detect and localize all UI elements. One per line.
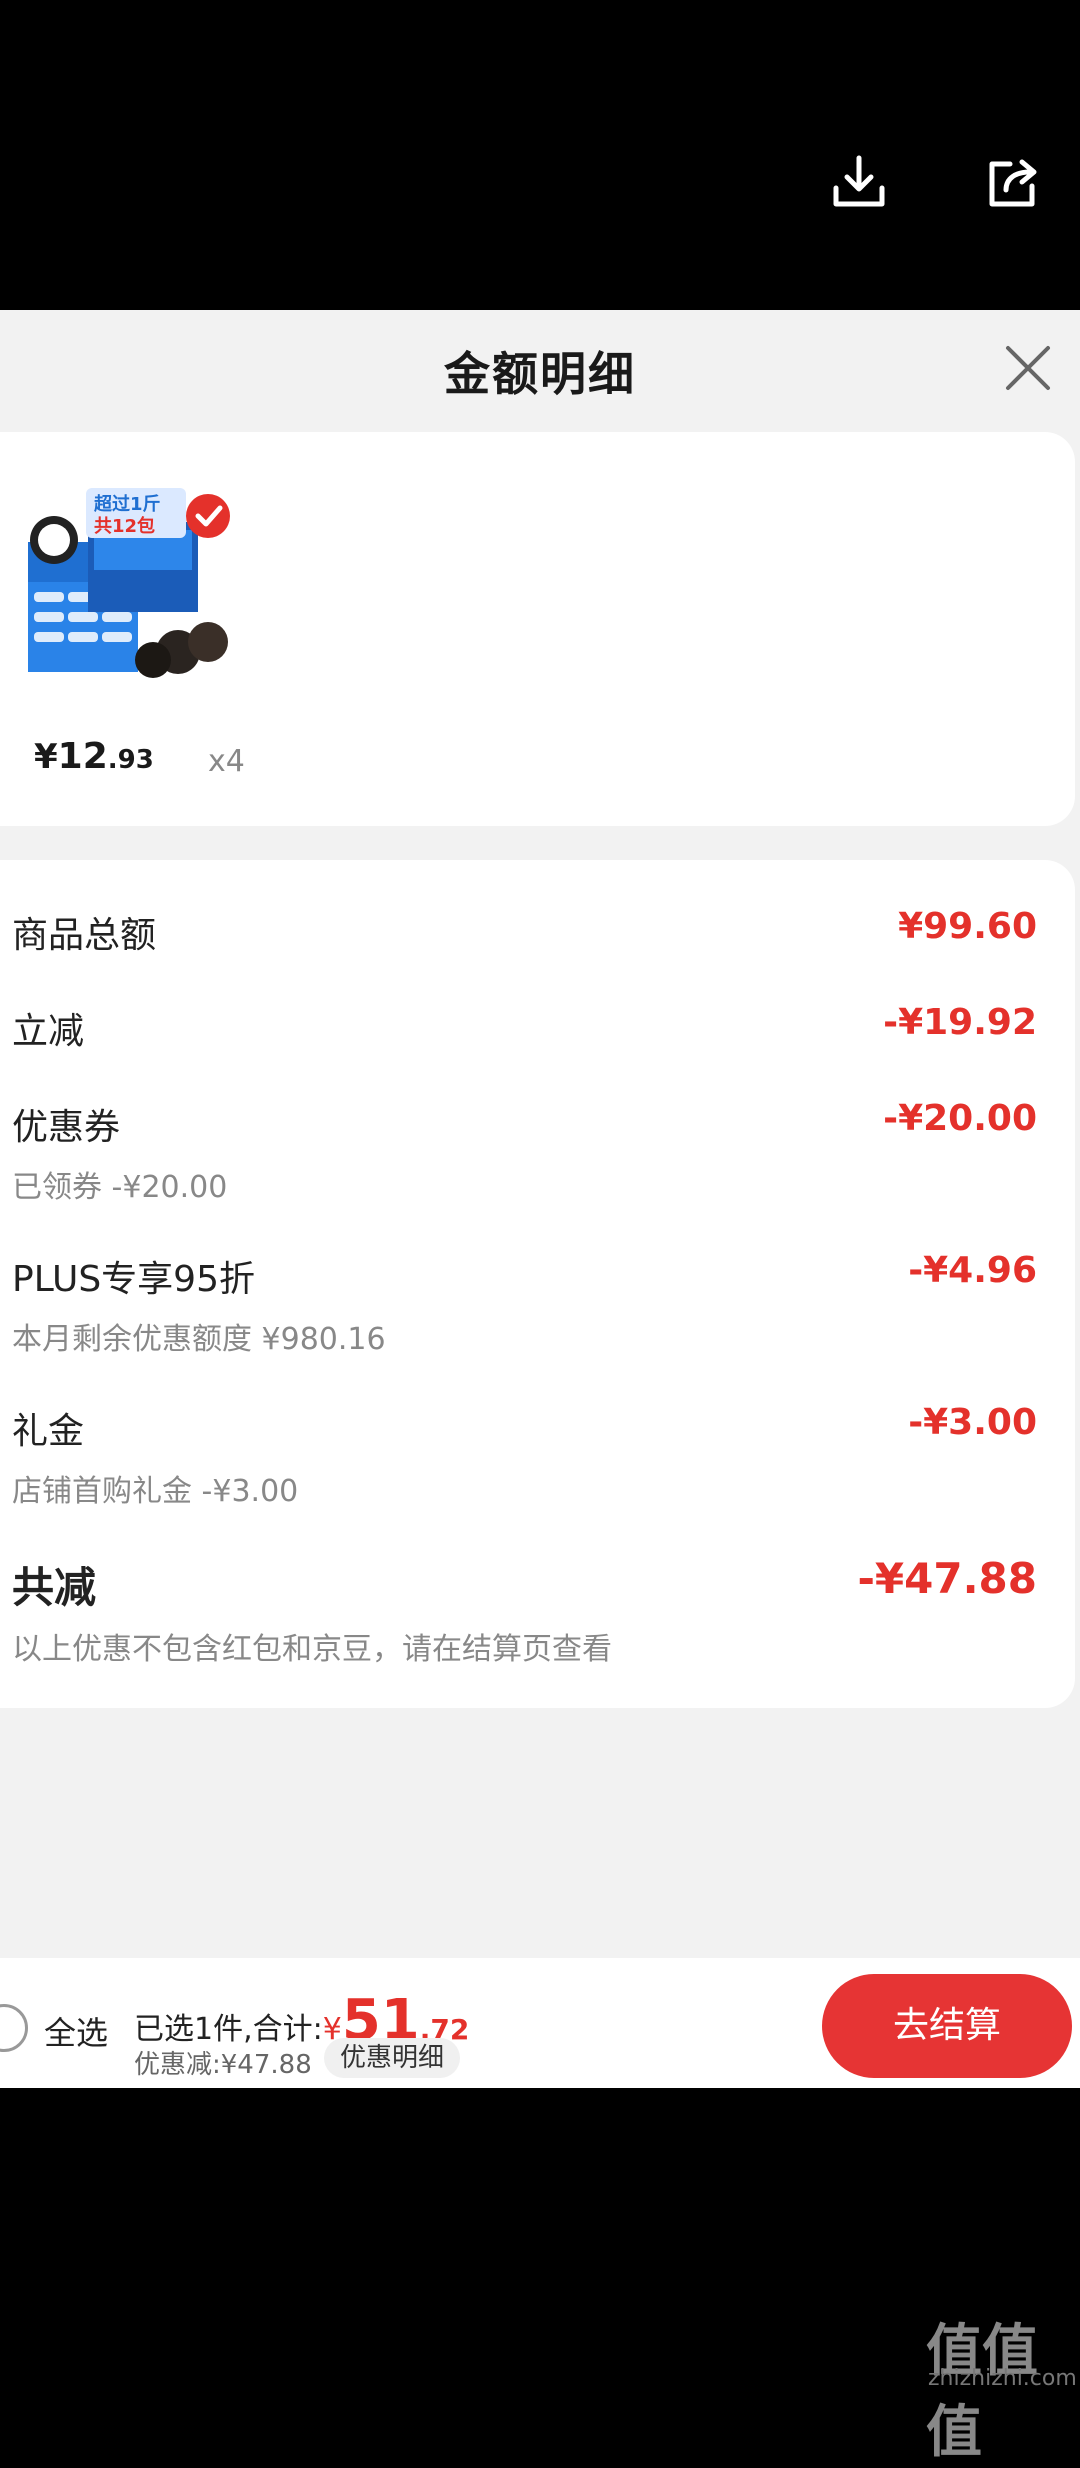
- detail-sub-coupon: 已领券 -¥20.00: [12, 1170, 228, 1205]
- selected-text: 已选1件,合计:: [134, 2012, 323, 2047]
- detail-amount-total: ¥99.60: [898, 906, 1037, 947]
- detail-label-total: 商品总额: [12, 915, 157, 956]
- download-icon[interactable]: [826, 150, 892, 216]
- product-image[interactable]: 超过1斤 共12包: [28, 482, 250, 692]
- detail-label-total-discount: 共减: [12, 1563, 97, 1612]
- detail-sub-total-discount: 以上优惠不包含红包和京豆，请在结算页查看: [12, 1632, 612, 1667]
- svg-text:超过1斤: 超过1斤: [94, 493, 161, 515]
- select-all-label[interactable]: 全选: [44, 2008, 108, 2054]
- detail-sub-gift: 店铺首购礼金 -¥3.00: [12, 1474, 299, 1509]
- product-price: ¥12.93: [34, 736, 154, 777]
- checkout-button[interactable]: 去结算: [822, 1974, 1072, 2078]
- amount-detail-sheet: 金额明细 超过1斤 共12包 ¥12.93 x4 商品总额 ¥99.60 立减 …: [0, 310, 1080, 2088]
- watermark-url: zhizhizhi.com: [928, 2366, 1077, 2391]
- detail-label-coupon: 优惠券: [12, 1107, 121, 1148]
- product-quantity: x4: [208, 744, 245, 779]
- sheet-title: 金额明细: [444, 347, 636, 401]
- price-symbol: ¥: [34, 737, 58, 777]
- svg-text:共12包: 共12包: [94, 515, 155, 537]
- detail-amount-instant-discount: -¥19.92: [883, 1002, 1037, 1043]
- detail-amount-gift: -¥3.00: [908, 1402, 1037, 1443]
- detail-label-plus: PLUS专享95折: [12, 1259, 255, 1300]
- product-card[interactable]: 超过1斤 共12包 ¥12.93 x4: [0, 432, 1075, 826]
- price-integer: 12: [57, 736, 108, 777]
- share-icon[interactable]: [980, 150, 1046, 216]
- select-all-radio[interactable]: [0, 2004, 28, 2052]
- close-icon[interactable]: [1000, 340, 1056, 396]
- discount-text: 优惠减:¥47.88: [134, 2050, 312, 2080]
- discount-detail-chip[interactable]: 优惠明细: [324, 2038, 461, 2078]
- detail-sub-plus: 本月剩余优惠额度 ¥980.16: [12, 1322, 386, 1357]
- detail-amount-total-discount: -¥47.88: [857, 1554, 1037, 1603]
- price-decimal: .93: [107, 745, 154, 775]
- detail-label-instant-discount: 立减: [12, 1011, 85, 1052]
- top-bar: [0, 0, 1080, 310]
- checkout-footer: 全选 已选1件,合计:¥51.72 优惠减:¥47.88 优惠明细 去结算: [0, 1958, 1080, 2088]
- detail-amount-coupon: -¥20.00: [883, 1098, 1037, 1139]
- detail-label-gift: 礼金: [12, 1411, 85, 1452]
- detail-amount-plus: -¥4.96: [908, 1250, 1037, 1291]
- amount-details-card: 商品总额 ¥99.60 立减 -¥19.92 优惠券 -¥20.00 已领券 -…: [0, 860, 1075, 1708]
